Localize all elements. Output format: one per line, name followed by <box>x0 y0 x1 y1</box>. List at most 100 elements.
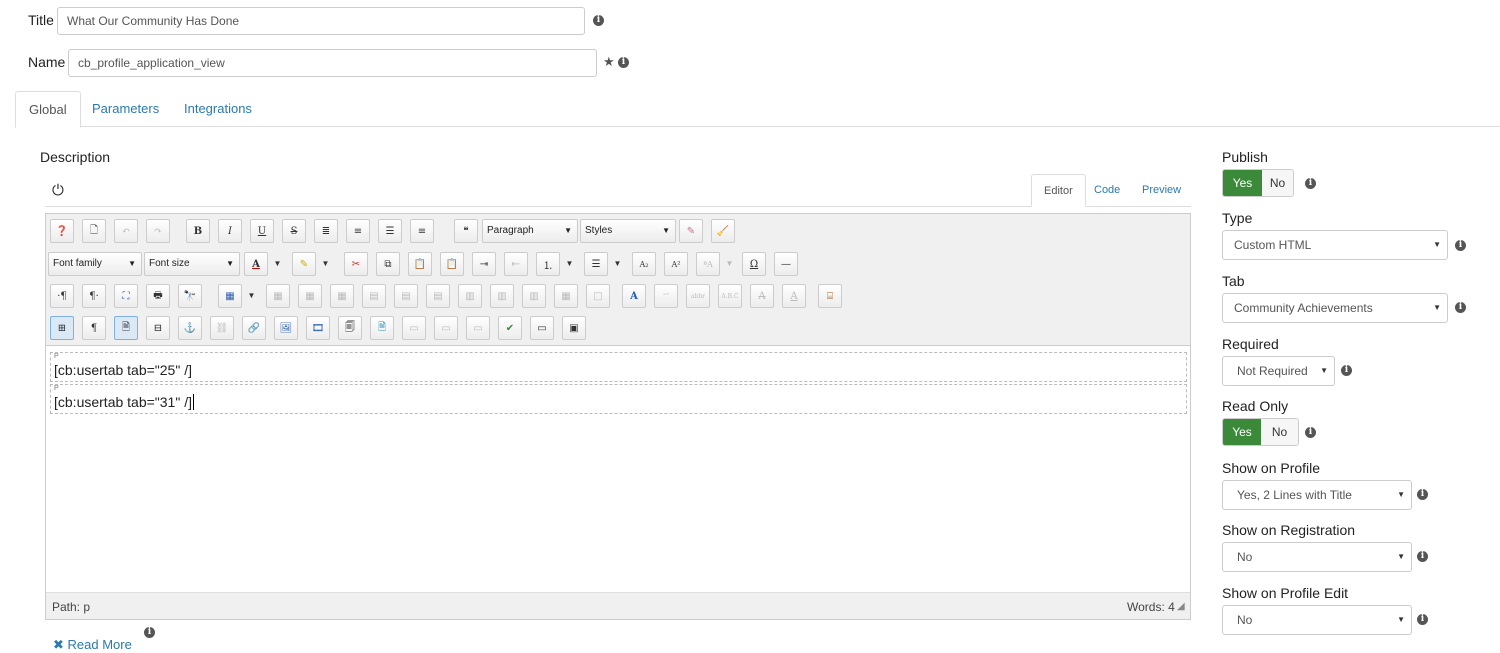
bold-icon[interactable]: B <box>186 219 210 243</box>
type-select[interactable]: Custom HTML ▼ <box>1222 230 1448 260</box>
font-size-select[interactable]: Font size ▼ <box>144 252 240 276</box>
editor-tab-code[interactable]: Code <box>1082 174 1132 206</box>
numbered-list-dropdown-icon[interactable]: ▼ <box>564 252 575 276</box>
strikethrough-icon[interactable]: S <box>282 219 306 243</box>
power-icon[interactable]: ⏻ <box>52 182 64 199</box>
template-icon[interactable]: 🗎 <box>114 316 138 340</box>
undo-icon[interactable]: ↶ <box>114 219 138 243</box>
styles-select[interactable]: Styles ▼ <box>580 219 676 243</box>
del-icon[interactable]: A <box>750 284 774 308</box>
cut-icon[interactable]: ✂ <box>344 252 368 276</box>
blockquote-icon[interactable]: ❝ <box>454 219 478 243</box>
subscript-icon[interactable]: A₂ <box>632 252 656 276</box>
eraser-icon[interactable]: ✎ <box>679 219 703 243</box>
italic-icon[interactable]: I <box>218 219 242 243</box>
cite-icon[interactable]: “” <box>654 284 678 308</box>
editor-paragraph[interactable]: P [cb:usertab tab="25" /] <box>50 352 1187 382</box>
tab-global[interactable]: Global <box>15 91 81 128</box>
special-char-icon[interactable]: Ω <box>742 252 766 276</box>
redo-icon[interactable]: ↷ <box>146 219 170 243</box>
unlink-icon[interactable]: ⛓ <box>210 316 234 340</box>
read-only-no-button[interactable]: No <box>1261 419 1298 445</box>
outdent-icon[interactable]: ⇤ <box>504 252 528 276</box>
tab-parameters[interactable]: Parameters <box>79 91 172 127</box>
numbered-list-icon[interactable]: ⒈ <box>536 252 560 276</box>
font-family-select[interactable]: Font family ▼ <box>48 252 142 276</box>
code-sample-icon[interactable]: ▭ <box>530 316 554 340</box>
highlight-dropdown-icon[interactable]: ▼ <box>320 252 331 276</box>
acronym-icon[interactable]: A.B.C <box>718 284 742 308</box>
align-center-icon[interactable]: ≡ <box>346 219 370 243</box>
delete-col-icon[interactable]: ▥ <box>522 284 546 308</box>
case-dropdown-icon[interactable]: ▼ <box>724 252 735 276</box>
publish-no-button[interactable]: No <box>1262 170 1293 196</box>
text-color-icon[interactable]: A <box>244 252 268 276</box>
table-icon[interactable]: ▦ <box>218 284 242 308</box>
bullet-list-icon[interactable]: ☰ <box>584 252 608 276</box>
superscript-icon[interactable]: A² <box>664 252 688 276</box>
publish-yes-button[interactable]: Yes <box>1223 170 1262 196</box>
help-icon[interactable]: ❓ <box>50 219 74 243</box>
table-dropdown-icon[interactable]: ▼ <box>246 284 257 308</box>
col-before-icon[interactable]: ▥ <box>458 284 482 308</box>
spellcheck-icon[interactable]: ✔ <box>498 316 522 340</box>
attributes-icon[interactable]: ⌸ <box>818 284 842 308</box>
title-input[interactable]: What Our Community Has Done <box>57 7 585 35</box>
align-left-icon[interactable]: ☰ <box>378 219 402 243</box>
resize-handle-icon[interactable]: ◢ <box>1177 601 1185 612</box>
split-cells-icon[interactable]: ▦ <box>554 284 578 308</box>
paste-icon[interactable]: 📋 <box>408 252 432 276</box>
media-icon[interactable]: 🎞 <box>306 316 330 340</box>
visual-aid-icon[interactable]: ⊞ <box>50 316 74 340</box>
pagebreak-icon[interactable]: ⊟ <box>146 316 170 340</box>
name-input[interactable]: cb_profile_application_view <box>68 49 597 77</box>
cleanup-icon[interactable]: 🧹 <box>711 219 735 243</box>
new-document-icon[interactable]: 🗋 <box>82 219 106 243</box>
print-icon[interactable]: 🖶 <box>146 284 170 308</box>
search-replace-icon[interactable]: 🔭 <box>178 284 202 308</box>
styleprops-icon[interactable]: A <box>622 284 646 308</box>
read-more-link[interactable]: ✖ Read More <box>53 637 132 653</box>
text-color-dropdown-icon[interactable]: ▼ <box>272 252 283 276</box>
show-on-profile-edit-select[interactable]: No ▼ <box>1222 605 1412 635</box>
layer-icon[interactable]: ▭ <box>402 316 426 340</box>
insert-doc-icon[interactable]: 🗎 <box>370 316 394 340</box>
image-icon[interactable]: 🖼 <box>274 316 298 340</box>
required-select[interactable]: Not Required ▼ <box>1222 356 1335 386</box>
tab-integrations[interactable]: Integrations <box>171 91 265 127</box>
editor-tab-preview[interactable]: Preview <box>1130 174 1193 206</box>
highlight-icon[interactable]: ✎ <box>292 252 316 276</box>
bullet-list-dropdown-icon[interactable]: ▼ <box>612 252 623 276</box>
abbr-icon[interactable]: abbr <box>686 284 710 308</box>
case-icon[interactable]: ªA <box>696 252 720 276</box>
delete-table-icon[interactable]: ▦ <box>266 284 290 308</box>
rtl-icon[interactable]: ¶· <box>82 284 106 308</box>
copy-icon[interactable]: ⧉ <box>376 252 400 276</box>
indent-icon[interactable]: ⇥ <box>472 252 496 276</box>
format-select[interactable]: Paragraph ▼ <box>482 219 578 243</box>
horizontal-rule-icon[interactable]: — <box>774 252 798 276</box>
insert-file-icon[interactable]: 🗐 <box>338 316 362 340</box>
col-after-icon[interactable]: ▥ <box>490 284 514 308</box>
underline-icon[interactable]: U <box>250 219 274 243</box>
paste-text-icon[interactable]: 📋 <box>440 252 464 276</box>
align-right-icon[interactable]: ≡ <box>410 219 434 243</box>
row-props-icon[interactable]: ▦ <box>330 284 354 308</box>
link-icon[interactable]: 🔗 <box>242 316 266 340</box>
pilcrow-icon[interactable]: ¶ <box>82 316 106 340</box>
align-justify-icon[interactable]: ≣ <box>314 219 338 243</box>
cell-props-icon[interactable]: ▦ <box>298 284 322 308</box>
layer-back-icon[interactable]: ▭ <box>466 316 490 340</box>
anchor-icon[interactable]: ⚓ <box>178 316 202 340</box>
ltr-icon[interactable]: ·¶ <box>50 284 74 308</box>
read-only-yes-button[interactable]: Yes <box>1223 419 1261 445</box>
show-on-registration-select[interactable]: No ▼ <box>1222 542 1412 572</box>
ins-icon[interactable]: A <box>782 284 806 308</box>
delete-row-icon[interactable]: ▤ <box>426 284 450 308</box>
show-on-profile-select[interactable]: Yes, 2 Lines with Title ▼ <box>1222 480 1412 510</box>
row-before-icon[interactable]: ▤ <box>362 284 386 308</box>
readmore-icon[interactable]: ▣ <box>562 316 586 340</box>
tab-select[interactable]: Community Achievements ▼ <box>1222 293 1448 323</box>
merge-cells-icon[interactable]: □ <box>586 284 610 308</box>
row-after-icon[interactable]: ▤ <box>394 284 418 308</box>
